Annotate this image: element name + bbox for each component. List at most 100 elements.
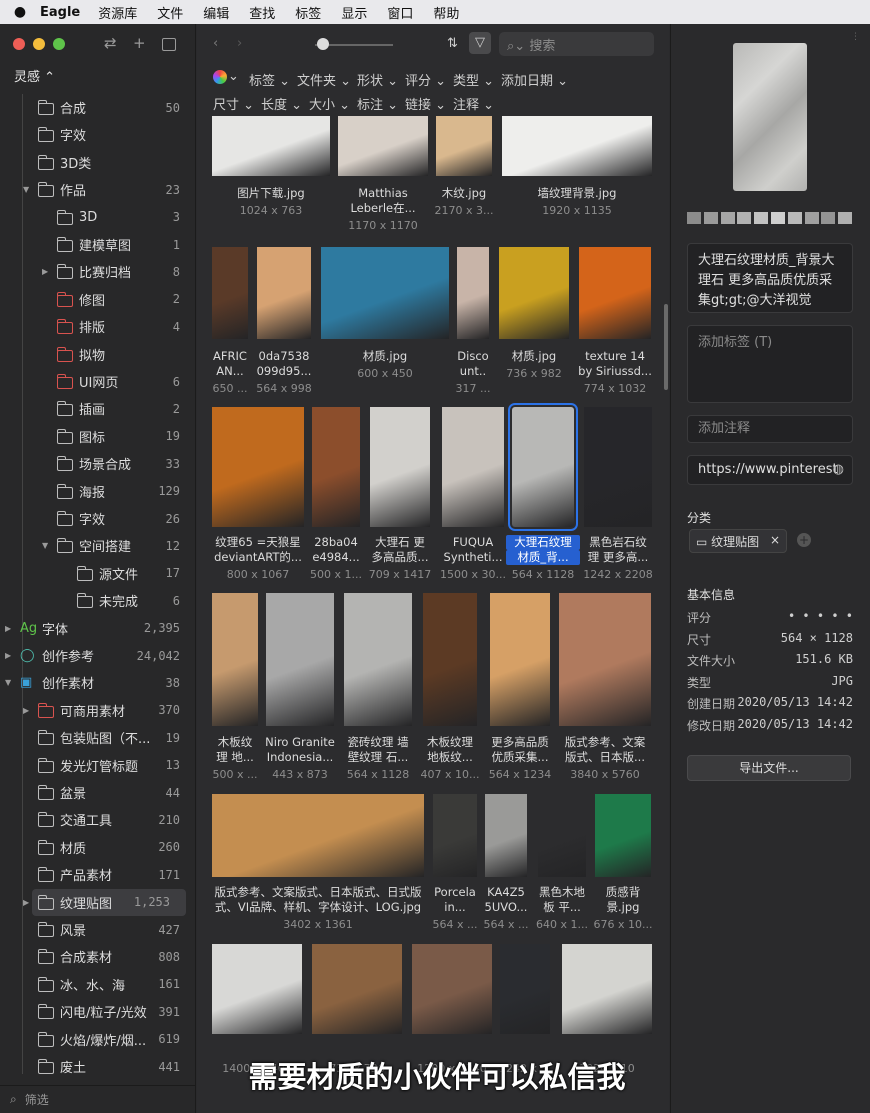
folder-item[interactable]: 材质 260 <box>0 834 195 861</box>
thumbnail[interactable] <box>500 944 550 1034</box>
folder-item[interactable]: ▶ 比赛归档 8 <box>0 258 195 285</box>
folder-item[interactable]: ▼ ▣ 创作素材 38 <box>0 669 195 696</box>
folder-item[interactable]: 插画 2 <box>0 395 195 422</box>
folder-item[interactable]: 字效 <box>0 121 195 148</box>
folder-item[interactable]: 场景合成 33 <box>0 450 195 477</box>
filter-dropdown[interactable]: 文件夹 ⌄ <box>297 70 351 89</box>
palette-swatch[interactable] <box>737 212 752 224</box>
thumbnail[interactable] <box>436 116 492 176</box>
chevron-right-icon[interactable]: ▶ <box>23 706 29 715</box>
slider-knob[interactable] <box>317 38 329 50</box>
zoom-window-button[interactable] <box>53 38 65 50</box>
folder-item[interactable]: UI网页 6 <box>0 368 195 395</box>
folder-item[interactable]: 废土 441 <box>0 1053 195 1080</box>
folder-item[interactable]: 冰、水、海 161 <box>0 971 195 998</box>
chevron-down-icon[interactable]: ▼ <box>42 541 48 550</box>
thumbnail[interactable] <box>212 247 248 339</box>
filter-dropdown[interactable]: 标注 ⌄ <box>357 94 398 113</box>
menu-item[interactable]: 标签 <box>295 3 321 22</box>
thumbnail[interactable] <box>499 247 569 339</box>
thumbnail[interactable] <box>538 794 586 877</box>
thumbnail[interactable] <box>442 407 504 527</box>
filter-dropdown[interactable]: 类型 ⌄ <box>453 70 494 89</box>
forward-icon[interactable]: › <box>237 36 242 51</box>
folder-item[interactable]: 盆景 44 <box>0 779 195 806</box>
thumbnail[interactable] <box>312 407 360 527</box>
add-icon[interactable]: + <box>133 34 146 52</box>
folder-item[interactable]: ▼ 作品 23 <box>0 176 195 203</box>
color-filter-chevron[interactable]: ⌄ <box>228 69 239 84</box>
thumbnail[interactable] <box>344 593 412 726</box>
filter-dropdown[interactable]: 形状 ⌄ <box>357 70 398 89</box>
pin-icon[interactable]: ⋮ <box>851 32 860 42</box>
thumbnail[interactable] <box>412 944 492 1034</box>
sidebar-toggle-icon[interactable] <box>162 38 176 51</box>
folder-item[interactable]: ▼ 空间搭建 12 <box>0 532 195 559</box>
folder-item[interactable]: 交通工具 210 <box>0 806 195 833</box>
remove-folder-icon[interactable]: × <box>770 533 780 547</box>
folder-item[interactable]: 拟物 <box>0 341 195 368</box>
folder-item[interactable]: 闪电/粒子/光效 391 <box>0 998 195 1025</box>
folder-item[interactable]: ▶ ◯ 创作参考 24,042 <box>0 642 195 669</box>
folder-item[interactable]: 排版 4 <box>0 313 195 340</box>
folder-chip[interactable]: ▭ 纹理贴图 × <box>689 529 787 553</box>
palette-swatch[interactable] <box>787 212 802 224</box>
filter-dropdown[interactable]: 注释 ⌄ <box>453 94 494 113</box>
grid-scrollbar[interactable] <box>664 304 668 390</box>
thumbnail[interactable] <box>212 116 330 176</box>
folder-item[interactable]: 字效 26 <box>0 505 195 532</box>
filter-dropdown[interactable]: 标签 ⌄ <box>249 70 290 89</box>
folder-item[interactable]: 未完成 6 <box>0 587 195 614</box>
filter-dropdown[interactable]: 大小 ⌄ <box>309 94 350 113</box>
thumbnail[interactable] <box>321 247 449 339</box>
folder-item[interactable]: 图标 19 <box>0 423 195 450</box>
thumbnail[interactable] <box>502 116 652 176</box>
chevron-down-icon[interactable]: ▼ <box>23 185 29 194</box>
library-switcher[interactable]: 灵感 ⌃ <box>14 66 55 85</box>
folder-item[interactable]: 源文件 17 <box>0 560 195 587</box>
close-window-button[interactable] <box>13 38 25 50</box>
menu-item[interactable]: 文件 <box>157 3 183 22</box>
filter-dropdown[interactable]: 评分 ⌄ <box>405 70 446 89</box>
minimize-window-button[interactable] <box>33 38 45 50</box>
chevron-right-icon[interactable]: ▶ <box>23 898 29 907</box>
thumbnail[interactable] <box>257 247 311 339</box>
folder-item[interactable]: 风景 427 <box>0 916 195 943</box>
menu-item[interactable]: 查找 <box>249 3 275 22</box>
menu-item[interactable]: 窗口 <box>387 3 413 22</box>
folder-item[interactable]: ▶ Ag 字体 2,395 <box>0 615 195 642</box>
folder-item[interactable]: 修图 2 <box>0 286 195 313</box>
menu-item[interactable]: 显示 <box>341 3 367 22</box>
folder-item[interactable]: 合成素材 808 <box>0 943 195 970</box>
filter-dropdown[interactable]: 尺寸 ⌄ <box>213 94 254 113</box>
folder-item[interactable]: 3D类 <box>0 149 195 176</box>
chevron-down-icon[interactable]: ▼ <box>5 678 11 687</box>
export-button[interactable]: 导出文件... <box>687 755 851 781</box>
thumbnail[interactable] <box>508 403 578 531</box>
thumbnail[interactable] <box>595 794 651 877</box>
palette-swatch[interactable] <box>838 212 853 224</box>
thumbnail[interactable] <box>584 407 652 527</box>
filter-dropdown[interactable]: 添加日期 ⌄ <box>501 70 568 89</box>
color-filter-icon[interactable] <box>213 70 227 84</box>
palette-swatch[interactable] <box>720 212 735 224</box>
folder-item[interactable]: 海报 129 <box>0 478 195 505</box>
thumbnail[interactable] <box>338 116 428 176</box>
menu-item[interactable]: 编辑 <box>203 3 229 22</box>
apple-icon[interactable]: ● <box>0 4 40 20</box>
thumbnail[interactable] <box>562 944 652 1034</box>
note-input[interactable]: 添加注释 <box>687 415 853 443</box>
thumbnail[interactable] <box>423 593 477 726</box>
globe-icon[interactable]: ◍ <box>833 460 844 480</box>
folder-item[interactable]: 合成 50 <box>0 94 195 121</box>
chevron-right-icon[interactable]: ▶ <box>5 624 11 633</box>
filter-dropdown[interactable]: 链接 ⌄ <box>405 94 446 113</box>
sync-icon[interactable]: ⇄ <box>104 34 117 52</box>
palette-swatch[interactable] <box>754 212 769 224</box>
sort-icon[interactable]: ⇅ <box>447 36 458 51</box>
thumbnail[interactable] <box>212 944 302 1034</box>
back-icon[interactable]: ‹ <box>213 36 218 51</box>
palette-swatch[interactable] <box>804 212 819 224</box>
palette-swatch[interactable] <box>771 212 785 224</box>
thumbnail[interactable] <box>312 944 402 1034</box>
